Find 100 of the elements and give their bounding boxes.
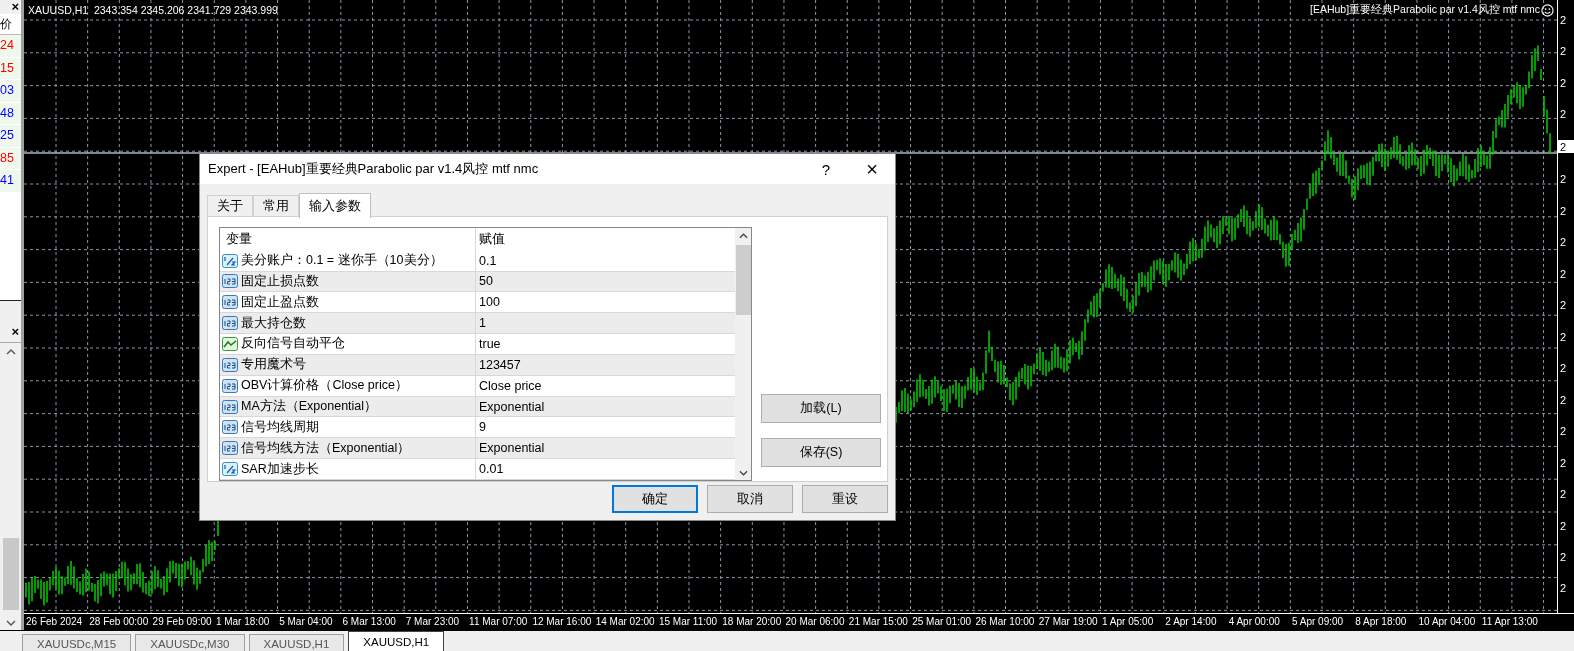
parameter-name: 专用魔术号 xyxy=(241,356,306,374)
chart-tab[interactable]: XAUUSDc,M15 xyxy=(22,634,132,651)
parameter-name: 固定止损点数 xyxy=(241,272,319,290)
parameter-value[interactable]: 50 xyxy=(476,271,735,292)
price-cell: 48 xyxy=(0,102,21,125)
price-label: 2 xyxy=(1559,44,1568,60)
time-label: 14 Mar 02:00 xyxy=(594,615,656,629)
parameter-name: OBV计算价格（Close price） xyxy=(241,377,408,395)
column-header: 变量 xyxy=(220,228,476,251)
chart-tab[interactable]: XAUUSDc,M30 xyxy=(135,634,245,651)
price-label: 2 xyxy=(1559,455,1568,471)
price-cell: 15 xyxy=(0,57,21,80)
time-label: 5 Mar 04:00 xyxy=(278,615,334,629)
price-cell: 24 xyxy=(0,35,21,58)
parameter-value[interactable]: 9 xyxy=(476,417,735,438)
time-label: 1 Mar 18:00 xyxy=(214,615,271,629)
time-label: 1 Apr 05:00 xyxy=(1101,615,1155,629)
scroll-down-icon[interactable] xyxy=(5,620,16,626)
price-label: 2 xyxy=(1559,235,1568,251)
price-label: 2 xyxy=(1559,518,1568,534)
price-label: 2 xyxy=(1559,361,1568,377)
parameter-value[interactable]: Close price xyxy=(476,375,735,396)
tab[interactable]: 常用 xyxy=(253,195,299,217)
parameter-name: 反向信号自动平仓 xyxy=(241,335,345,353)
price-label: 2 xyxy=(1559,75,1568,91)
parameter-value[interactable]: 0.1 xyxy=(476,250,735,271)
price-label: 2 xyxy=(1559,13,1568,28)
scroll-thumb[interactable] xyxy=(2,538,19,610)
time-label: 20 Mar 06:00 xyxy=(784,615,846,629)
scroll-up-icon[interactable] xyxy=(738,233,748,239)
dialog-button[interactable]: 确定 xyxy=(612,485,698,513)
parameter-value[interactable]: true xyxy=(476,334,735,354)
scroll-thumb[interactable] xyxy=(735,245,751,315)
time-label: 15 Mar 11:00 xyxy=(657,615,719,629)
chart-tab[interactable]: XAUUSD,H1 xyxy=(348,631,445,651)
tab[interactable]: 输入参数 xyxy=(299,193,371,218)
time-label: 5 Apr 09:00 xyxy=(1290,615,1345,629)
tab[interactable]: 关于 xyxy=(207,195,253,217)
scroll-up-icon[interactable] xyxy=(5,349,16,355)
price-label: 2 xyxy=(1559,581,1568,597)
price-label: 2 xyxy=(1559,172,1568,188)
parameter-value[interactable]: 100 xyxy=(476,292,735,313)
close-button[interactable]: × xyxy=(0,0,21,14)
price-label: 2 xyxy=(1559,203,1568,219)
parameter-name: MA方法（Exponential） xyxy=(241,398,378,415)
time-label: 11 Mar 07:00 xyxy=(468,615,529,629)
scrollbar[interactable] xyxy=(735,228,751,480)
price-label: 2 xyxy=(1559,298,1568,314)
price-cell: 03 xyxy=(0,80,21,103)
price-label: 2 xyxy=(1559,424,1568,440)
parameter-name: SAR加速步长 xyxy=(241,460,319,478)
time-label: 8 Apr 18:00 xyxy=(1354,615,1408,629)
time-label: 29 Feb 09:00 xyxy=(151,615,213,629)
expert-label: [EAHub]重要经典Parabolic par v1.4风控 mtf nmc xyxy=(1310,3,1540,17)
time-label: 18 Mar 20:00 xyxy=(721,615,783,629)
price-label: 2 xyxy=(1559,487,1568,502)
parameter-value[interactable]: Exponential xyxy=(476,438,735,459)
dialog-button[interactable]: 保存(S) xyxy=(761,438,881,467)
parameter-name: 信号均线方法（Exponential） xyxy=(241,439,411,457)
price-cell: 25 xyxy=(0,125,21,148)
price-label: 2 xyxy=(1559,329,1568,345)
price-label: 2 xyxy=(1559,392,1568,408)
price-cell: 85 xyxy=(0,147,21,170)
price-label: 2 xyxy=(1558,139,1574,154)
time-label: 2 Apr 14:00 xyxy=(1164,615,1218,629)
symbol-info: XAUUSD,H1 2343.354 2345.206 2341.729 2343.999 xyxy=(28,4,278,16)
time-label: 27 Mar 19:00 xyxy=(1037,615,1099,629)
scroll-down-icon[interactable] xyxy=(738,470,748,476)
parameter-name: 固定止盈点数 xyxy=(241,293,319,311)
parameter-value[interactable]: 0.01 xyxy=(476,459,735,479)
dialog-button[interactable]: 加载(L) xyxy=(761,394,881,423)
time-label: 21 Mar 15:00 xyxy=(847,615,909,629)
chart-tab[interactable]: XAUUSD,H1 xyxy=(248,634,345,651)
time-label: 26 Feb 2024 xyxy=(25,615,84,629)
price-label: 2 xyxy=(1559,266,1568,282)
help-button[interactable]: ? xyxy=(803,154,849,184)
price-label: 2 xyxy=(1559,550,1568,565)
time-label: 4 Apr 00:00 xyxy=(1227,615,1281,629)
parameter-value[interactable]: Exponential xyxy=(476,396,735,417)
column-header: 赋值 xyxy=(478,230,506,248)
dialog-title: Expert - [EAHub]重要经典Parabolic par v1.4风控 mtf nmc xyxy=(208,160,540,178)
time-label: 6 Mar 13:00 xyxy=(341,615,397,629)
price-cell: 41 xyxy=(0,170,21,193)
time-label: 7 Mar 23:00 xyxy=(404,615,461,629)
smiley-icon xyxy=(1541,3,1554,17)
dialog-button[interactable]: 重设 xyxy=(802,485,888,513)
parameter-name: 美分账户：0.1 = 迷你手（10美分） xyxy=(241,252,443,270)
time-label: 10 Apr 04:00 xyxy=(1417,615,1477,629)
time-label: 28 Feb 00:00 xyxy=(88,615,150,629)
time-label: 26 Mar 10:00 xyxy=(974,615,1036,629)
parameter-name: 最大持仓数 xyxy=(241,314,306,332)
price-label: 2 xyxy=(1559,107,1568,123)
parameter-value[interactable]: 1 xyxy=(476,313,735,334)
time-label: 12 Mar 16:00 xyxy=(531,615,593,629)
time-label: 11 Apr 13:00 xyxy=(1480,615,1539,629)
dialog-button[interactable]: 取消 xyxy=(707,485,793,513)
time-label: 25 Mar 01:00 xyxy=(911,615,973,629)
parameter-name: 信号均线周期 xyxy=(241,418,319,436)
close-button[interactable]: × xyxy=(849,154,895,184)
parameter-value[interactable]: 123457 xyxy=(476,354,735,375)
